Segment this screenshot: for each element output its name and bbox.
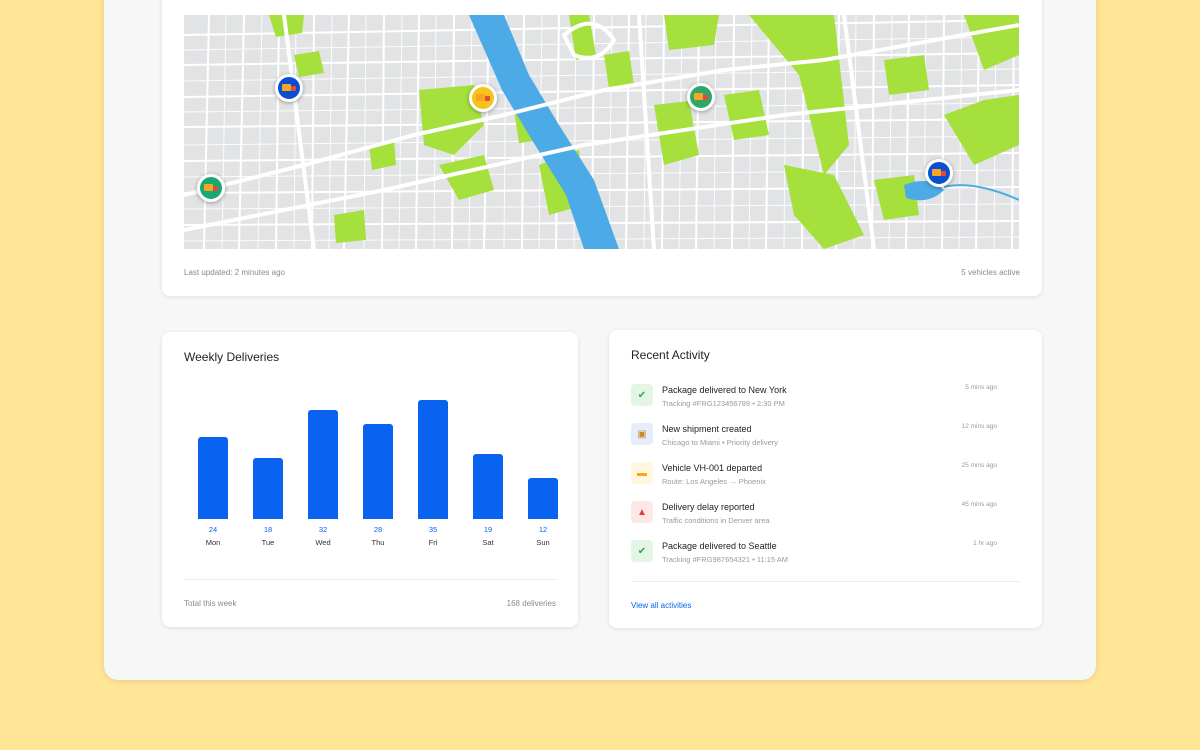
bar-day-label: Tue	[261, 538, 275, 547]
activity-title: New shipment created	[662, 424, 752, 434]
truck-icon	[476, 93, 490, 103]
bar-value-label: 18	[263, 525, 273, 534]
package-icon: ▣	[631, 423, 653, 445]
weekly-bar-chart: 24 Mon 18 Tue 32 Wed 28 Thu 35 Fri 19 Sat 12 Sun	[162, 332, 578, 572]
weekly-divider	[184, 579, 556, 580]
bar-value-label: 19	[483, 525, 493, 534]
recent-activity-card: Recent Activity ✔ Package delivered to Ne…	[609, 330, 1042, 628]
bar-day-label: Sat	[482, 538, 494, 547]
activity-item[interactable]: ▬ Vehicle VH-001 departed Route: Los Angel…	[631, 460, 997, 496]
activity-title: Package delivered to Seattle	[662, 541, 777, 551]
activity-timestamp: 45 mins ago	[961, 501, 997, 508]
activity-item[interactable]: ▲ Delivery delay reported Traffic conditio…	[631, 499, 997, 535]
truck-icon	[932, 168, 946, 178]
vehicle-pin-blue[interactable]	[275, 74, 303, 102]
activity-subtitle: Tracking #FRG123456789 • 2:30 PM	[662, 399, 785, 408]
bar-mon[interactable]	[198, 437, 228, 519]
activity-timestamp: 12 mins ago	[961, 423, 997, 430]
bar-sat[interactable]	[473, 454, 503, 519]
activity-item[interactable]: ▣ New shipment created Chicago to Miami • …	[631, 421, 997, 457]
dashboard-panel: Last updated: 2 minutes ago 5 vehicles a…	[104, 0, 1096, 680]
activity-divider	[631, 581, 1020, 582]
bar-sun[interactable]	[528, 478, 558, 519]
view-all-activities-link[interactable]: View all activities	[631, 601, 691, 610]
vehicle-pin-blue[interactable]	[925, 159, 953, 187]
bar-day-label: Mon	[205, 538, 221, 547]
vehicle-pin-yellow[interactable]	[469, 84, 497, 112]
activity-timestamp: 25 mins ago	[961, 462, 997, 469]
truck-icon	[694, 92, 708, 102]
activity-title: Delivery delay reported	[662, 502, 755, 512]
vehicle-pin-green[interactable]	[197, 174, 225, 202]
warning-icon: ▲	[631, 501, 653, 523]
truck-icon	[204, 183, 218, 193]
activity-title: Vehicle VH-001 departed	[662, 463, 763, 473]
activity-item[interactable]: ✔ Package delivered to Seattle Tracking #F…	[631, 538, 997, 574]
bar-value-label: 12	[538, 525, 548, 534]
truck-icon	[282, 83, 296, 93]
check-icon: ✔	[631, 540, 653, 562]
map-last-updated: Last updated: 2 minutes ago	[184, 268, 285, 277]
weekly-total-label: Total this week	[184, 599, 237, 608]
bar-value-label: 35	[428, 525, 438, 534]
fleet-map-card: Last updated: 2 minutes ago 5 vehicles a…	[162, 0, 1042, 296]
bar-day-label: Wed	[315, 538, 331, 547]
bar-day-label: Thu	[371, 538, 385, 547]
bar-wed[interactable]	[308, 410, 338, 519]
bar-value-label: 24	[208, 525, 218, 534]
vehicle-pin-green[interactable]	[687, 83, 715, 111]
vehicles-active-count: 5 vehicles active	[961, 268, 1020, 277]
activity-timestamp: 5 mins ago	[965, 384, 997, 391]
activity-title: Package delivered to New York	[662, 385, 787, 395]
fleet-map[interactable]	[184, 15, 1019, 249]
recent-activity-title: Recent Activity	[631, 348, 710, 362]
bar-value-label: 32	[318, 525, 328, 534]
bar-tue[interactable]	[253, 457, 283, 519]
check-icon: ✔	[631, 384, 653, 406]
activity-timestamp: 1 hr ago	[973, 540, 997, 547]
bar-day-label: Fri	[428, 538, 438, 547]
activity-subtitle: Tracking #FRG987654321 • 11:15 AM	[662, 555, 789, 564]
map-canvas	[184, 15, 1019, 249]
activity-subtitle: Route: Los Angeles → Phoenix	[662, 477, 766, 486]
weekly-deliveries-card: Weekly Deliveries 24 Mon 18 Tue 32 Wed 28 Thu 35…	[162, 332, 578, 627]
bar-value-label: 28	[373, 525, 383, 534]
activity-item[interactable]: ✔ Package delivered to New York Tracking #…	[631, 382, 997, 418]
truck-icon: ▬	[631, 462, 653, 484]
weekly-total-value: 168 deliveries	[506, 599, 556, 608]
bar-thu[interactable]	[363, 423, 393, 519]
bar-fri[interactable]	[418, 400, 448, 519]
activity-subtitle: Traffic conditions in Denver area	[662, 516, 770, 525]
bar-day-label: Sun	[536, 538, 550, 547]
activity-subtitle: Chicago to Miami • Priority delivery	[662, 438, 778, 447]
